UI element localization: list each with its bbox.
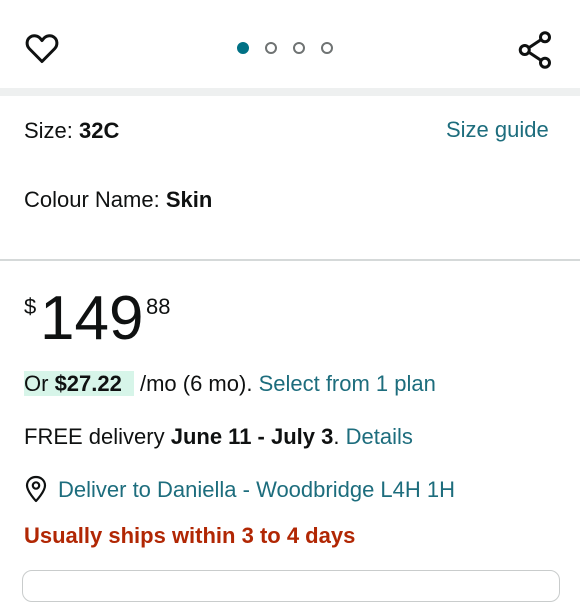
size-label: Size:	[24, 118, 73, 143]
availability-status: Usually ships within 3 to 4 days	[24, 523, 356, 548]
installment-pill: Or $27.22	[24, 371, 134, 396]
heart-outline-icon[interactable]	[24, 30, 60, 66]
size-value: 32C	[79, 118, 120, 143]
carousel-dot[interactable]	[293, 42, 305, 54]
size-row: Size: 32C	[24, 117, 119, 145]
installment-prefix: Or	[24, 371, 55, 396]
delivery-prefix: FREE delivery	[24, 424, 171, 449]
installment-row: Or $27.22 /mo (6 mo). Select from 1 plan	[24, 370, 436, 398]
share-icon[interactable]	[518, 30, 554, 70]
delivery-details-link[interactable]: Details	[346, 424, 413, 449]
carousel-dot[interactable]	[321, 42, 333, 54]
price-fraction: 88	[146, 294, 171, 319]
colour-label: Colour Name:	[24, 187, 160, 212]
colour-value: Skin	[165, 187, 213, 212]
price-whole: 149	[40, 284, 144, 353]
product-header	[0, 0, 580, 88]
installment-amount: $27.22	[54, 371, 122, 396]
carousel-dot[interactable]	[265, 42, 277, 54]
size-guide-link[interactable]: Size guide	[446, 116, 549, 144]
installment-suffix: /mo (6 mo).	[133, 371, 253, 396]
delivery-row: FREE delivery June 11 - July 3. Details	[24, 423, 413, 451]
image-carousel-indicator[interactable]	[237, 42, 333, 54]
select-plan-link[interactable]: Select from 1 plan	[259, 371, 436, 396]
price-currency: $	[24, 294, 37, 319]
location-pin-icon	[25, 475, 47, 503]
carousel-dot[interactable]	[237, 42, 249, 54]
section-separator	[0, 88, 580, 96]
divider	[0, 259, 580, 261]
delivery-dates: June 11 - July 3	[170, 424, 334, 449]
deliver-to-link[interactable]: Deliver to Daniella - Woodbridge L4H 1H	[58, 476, 455, 504]
quantity-selector[interactable]	[22, 570, 560, 602]
colour-row: Colour Name: Skin	[24, 186, 212, 214]
delivery-period: .	[333, 424, 340, 449]
